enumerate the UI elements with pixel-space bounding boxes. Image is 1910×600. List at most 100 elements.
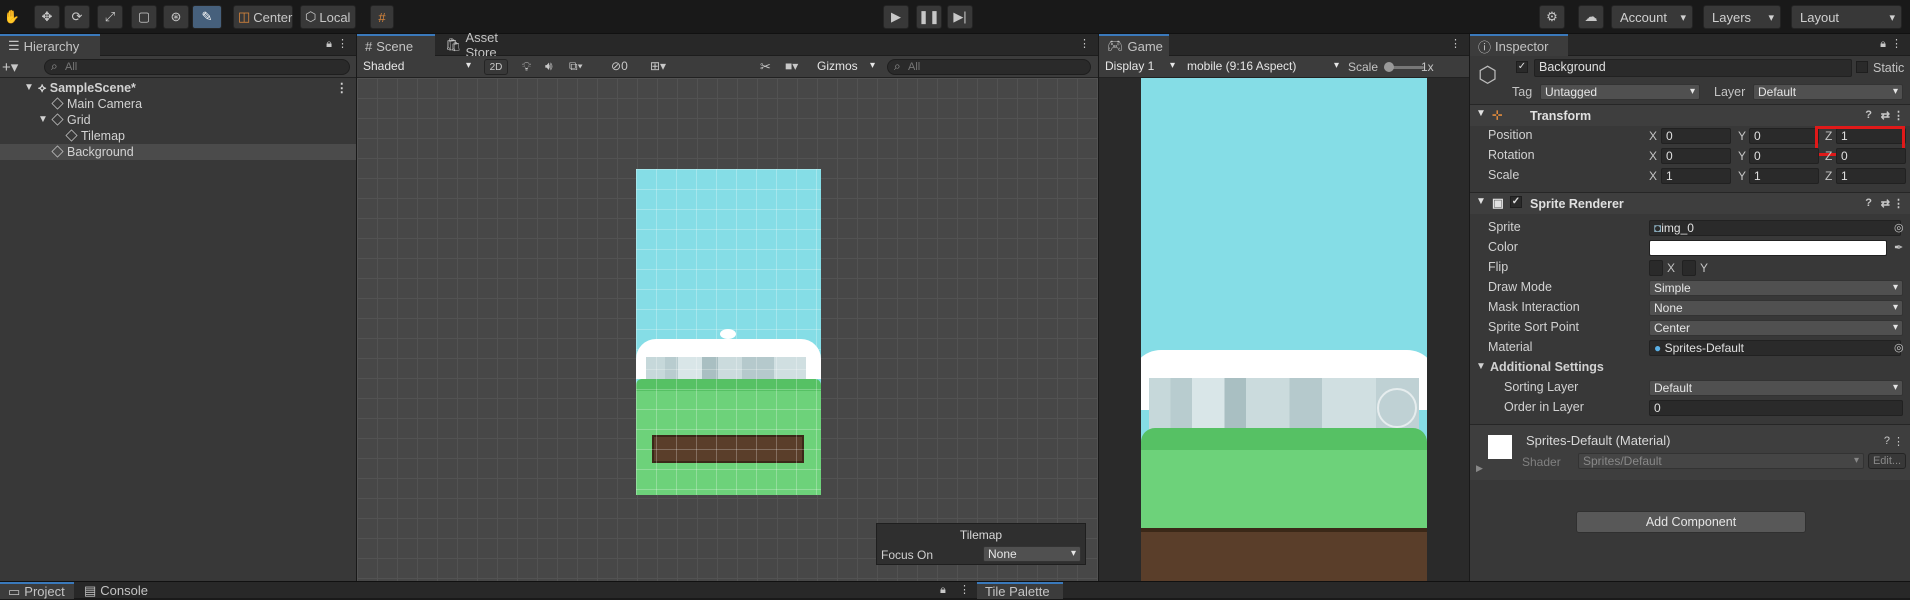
menu-icon[interactable]: ⋮	[1079, 37, 1090, 50]
pivot-local-toggle[interactable]: ⬡ Local	[300, 5, 356, 29]
eyedropper-icon[interactable]: ✒	[1894, 241, 1903, 254]
sort-point-dropdown[interactable]: Center	[1649, 320, 1903, 336]
tab-game[interactable]: 🎮︎ Game	[1099, 34, 1169, 56]
camera-icon[interactable]: ■▾	[785, 59, 798, 73]
scale-slider-handle[interactable]	[1384, 62, 1394, 72]
tab-asset-store[interactable]: 🛍︎ Asset Store	[437, 30, 537, 60]
scene-menu-icon[interactable]: ⋮	[336, 80, 349, 96]
active-checkbox[interactable]: ✓	[1516, 61, 1528, 73]
hierarchy-item-tilemap[interactable]: Tilemap	[0, 128, 356, 144]
additional-settings-foldout[interactable]: ▼ Additional Settings	[1470, 358, 1910, 378]
component-menu-icon[interactable]: ⋮	[1893, 109, 1904, 122]
menu-icon[interactable]: ⋮	[1891, 37, 1902, 50]
menu-icon[interactable]: ⋮	[1450, 37, 1461, 50]
flip-y-checkbox[interactable]	[1682, 260, 1696, 276]
shading-mode-dropdown[interactable]: Shaded	[359, 59, 475, 75]
scale-y-field[interactable]: 1	[1749, 168, 1819, 184]
effects-icon[interactable]: ⧉▾	[569, 59, 583, 74]
grid-visibility-icon[interactable]: ⊞▾	[650, 59, 666, 73]
game-render[interactable]	[1141, 78, 1427, 581]
aspect-dropdown[interactable]: mobile (9:16 Aspect)	[1183, 59, 1343, 75]
lock-icon[interactable]: 🔒︎	[326, 38, 332, 51]
layers-dropdown[interactable]: Layers	[1703, 5, 1781, 29]
object-name-field[interactable]: Background	[1534, 59, 1852, 77]
layer-dropdown[interactable]: Default	[1753, 84, 1903, 100]
component-menu-icon[interactable]: ⋮	[1893, 435, 1904, 448]
tab-inspector[interactable]: ⓘ Inspector	[1470, 34, 1568, 56]
preset-icon[interactable]: ⇄	[1881, 197, 1890, 210]
hand-tool-icon[interactable]: ✋	[2, 5, 22, 29]
scene-grid[interactable]: Tilemap Focus On None	[357, 78, 1098, 581]
hierarchy-item-main-camera[interactable]: Main Camera	[0, 96, 356, 112]
tag-dropdown[interactable]: Untagged	[1540, 84, 1700, 100]
color-swatch[interactable]	[1649, 240, 1887, 256]
shader-dropdown[interactable]: Sprites/Default	[1578, 453, 1864, 469]
account-dropdown[interactable]: Account	[1611, 5, 1693, 29]
collab-icon[interactable]: ⚙	[1539, 5, 1565, 29]
rect-tool-icon[interactable]: ▢	[131, 5, 157, 29]
rotation-y-field[interactable]: 0	[1749, 148, 1819, 164]
object-picker-icon[interactable]: ◎	[1894, 221, 1904, 234]
sprite-field[interactable]: ◘img_0	[1649, 220, 1901, 236]
tab-tile-palette[interactable]: Tile Palette	[977, 582, 1063, 599]
pivot-center-toggle[interactable]: ◫ Center	[233, 5, 293, 29]
background-sprite-scene[interactable]	[636, 169, 821, 495]
edit-shader-button[interactable]: Edit...	[1868, 453, 1906, 469]
rotation-x-field[interactable]: 0	[1661, 148, 1731, 164]
position-x-field[interactable]: 0	[1661, 128, 1731, 144]
hierarchy-item-background[interactable]: Background	[0, 144, 356, 160]
audio-icon[interactable]: 🔊︎	[545, 59, 553, 74]
transform-tool-icon[interactable]: ⊛	[163, 5, 189, 29]
component-menu-icon[interactable]: ⋮	[1893, 197, 1904, 210]
lock-icon[interactable]: 🔒︎	[940, 584, 946, 597]
help-icon[interactable]: ?	[1884, 435, 1890, 447]
help-icon[interactable]: ?	[1865, 197, 1872, 209]
menu-icon[interactable]: ⋮	[337, 37, 348, 50]
help-icon[interactable]: ?	[1865, 109, 1872, 121]
static-checkbox[interactable]	[1856, 61, 1868, 73]
custom-tool-icon[interactable]: ✎	[192, 5, 222, 29]
tab-hierarchy[interactable]: ☰ Hierarchy	[0, 34, 100, 56]
foldout-arrow-icon[interactable]: ▶	[1476, 463, 1483, 474]
sorting-layer-dropdown[interactable]: Default	[1649, 380, 1903, 396]
display-dropdown[interactable]: Display 1	[1101, 59, 1179, 75]
object-picker-icon[interactable]: ◎	[1894, 341, 1904, 354]
grid-snap-icon[interactable]: #	[370, 5, 394, 29]
material-field[interactable]: ● Sprites-Default	[1649, 340, 1901, 356]
tab-project[interactable]: ▭ Project	[0, 582, 74, 599]
position-y-field[interactable]: 0	[1749, 128, 1819, 144]
scale-z-field[interactable]: 1	[1836, 168, 1906, 184]
scale-x-field[interactable]: 1	[1661, 168, 1731, 184]
cloud-icon[interactable]: ☁	[1578, 5, 1604, 29]
hierarchy-search-input[interactable]: All	[44, 59, 350, 75]
sprite-renderer-header[interactable]: ▼ ▣ ✓ Sprite Renderer ? ⇄ ⋮	[1470, 192, 1910, 214]
layout-dropdown[interactable]: Layout	[1791, 5, 1902, 29]
preset-icon[interactable]: ⇄	[1881, 109, 1890, 122]
rotate-tool-icon[interactable]: ⟳	[64, 5, 90, 29]
move-tool-icon[interactable]: ✥	[34, 5, 60, 29]
transform-header[interactable]: ▼ ⊹ Transform ? ⇄ ⋮	[1470, 104, 1910, 126]
tab-console[interactable]: ▤ Console	[76, 582, 156, 599]
2d-toggle[interactable]: 2D	[484, 59, 508, 75]
mask-interaction-dropdown[interactable]: None	[1649, 300, 1903, 316]
add-component-button[interactable]: Add Component	[1576, 511, 1806, 533]
flip-x-checkbox[interactable]	[1649, 260, 1663, 276]
create-plus-icon[interactable]: +▾	[2, 58, 18, 76]
step-button[interactable]: ▶|	[947, 5, 973, 29]
focus-on-dropdown[interactable]: None	[983, 546, 1081, 562]
gizmos-dropdown[interactable]: Gizmos	[813, 59, 879, 75]
sprite-renderer-enabled-checkbox[interactable]: ✓	[1510, 196, 1522, 208]
draw-mode-dropdown[interactable]: Simple	[1649, 280, 1903, 296]
menu-icon[interactable]: ⋮	[959, 583, 970, 596]
pause-button[interactable]: ❚❚	[916, 5, 942, 29]
tab-scene[interactable]: # Scene	[357, 34, 435, 56]
hidden-objects-icon[interactable]: ⊘0	[611, 59, 628, 73]
scale-tool-icon[interactable]: ⤢	[97, 5, 123, 29]
scale-slider[interactable]	[1384, 62, 1424, 72]
lighting-icon[interactable]: 💡︎	[522, 59, 531, 75]
lock-icon[interactable]: 🔒︎	[1880, 38, 1886, 51]
hierarchy-item-grid[interactable]: ▼ Grid	[0, 112, 356, 128]
rotation-z-field[interactable]: 0	[1836, 148, 1906, 164]
scene-row[interactable]: ▼ ⟡ SampleScene* ⋮	[0, 80, 356, 96]
scene-search-input[interactable]: All	[887, 59, 1091, 75]
